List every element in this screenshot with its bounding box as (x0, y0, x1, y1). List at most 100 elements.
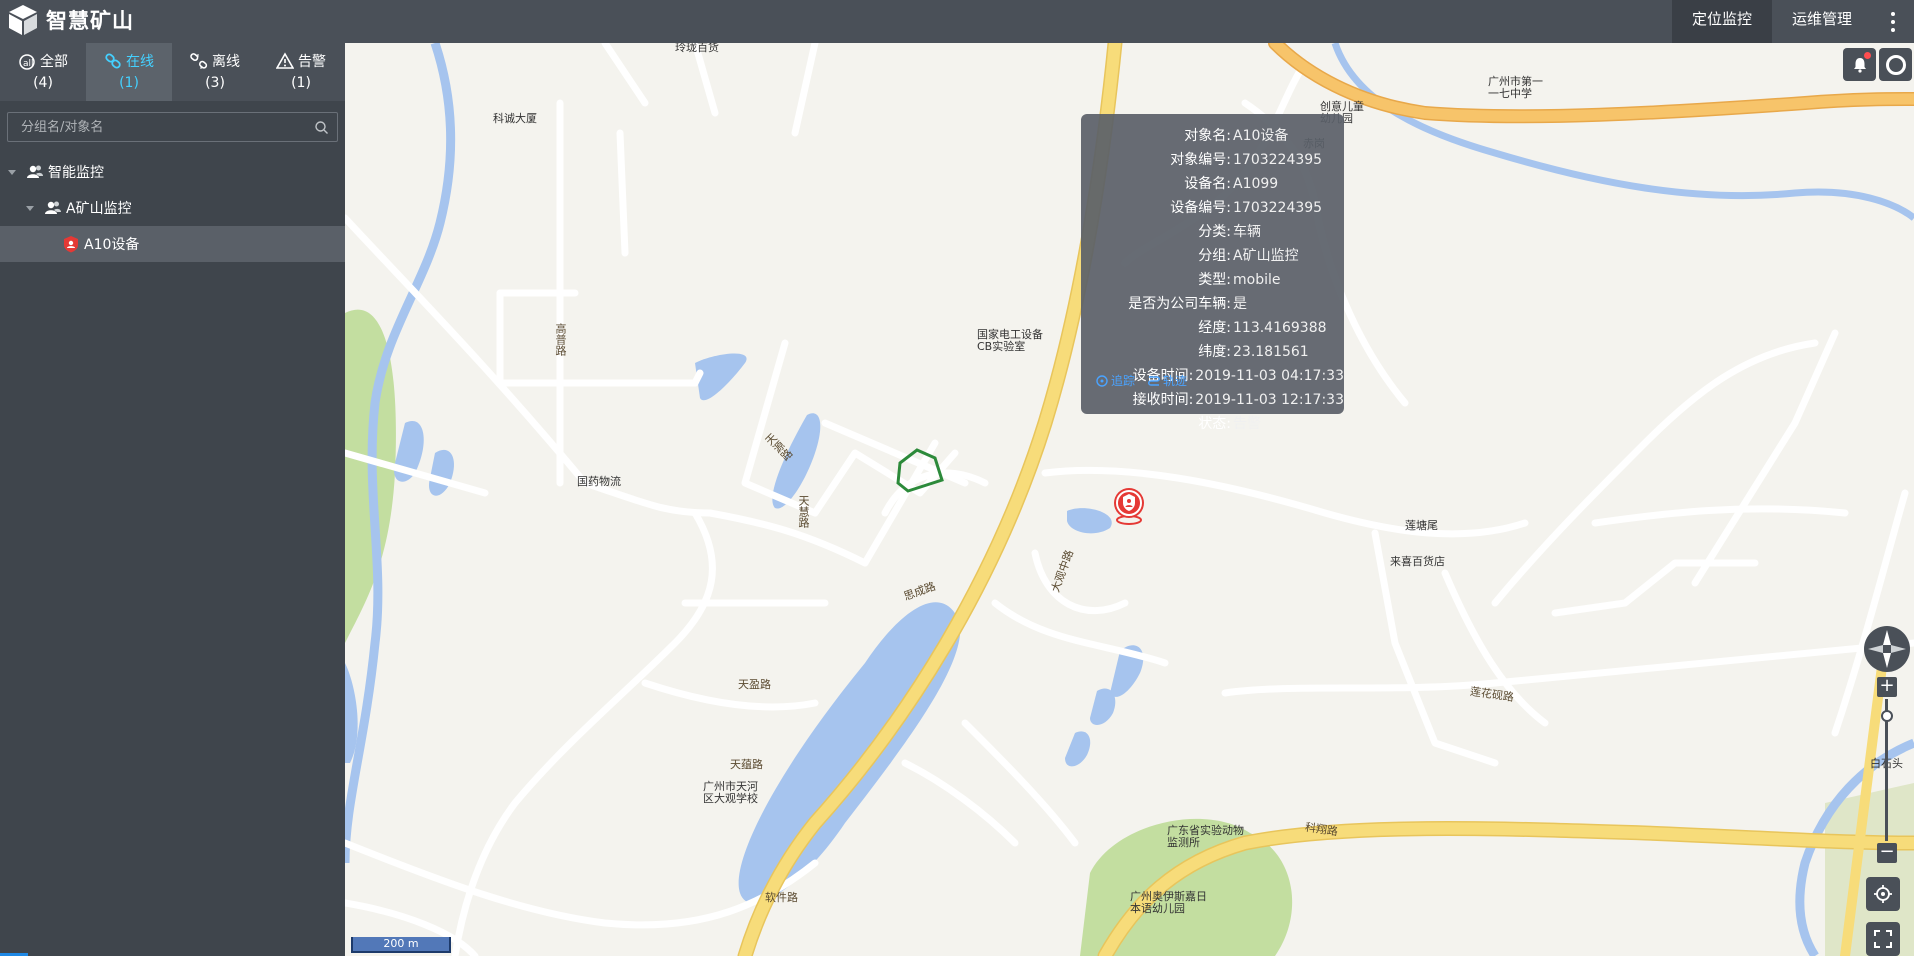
tree-group-label: A矿山监控 (66, 201, 132, 217)
history-button[interactable]: 轨迹 (1147, 372, 1187, 389)
compass-icon[interactable] (1863, 625, 1911, 673)
locate-icon[interactable] (1866, 877, 1900, 911)
warning-icon (276, 52, 294, 69)
map-poi-label: 莲塘尾 (1405, 519, 1438, 532)
popup-field-label: 设备编号: (1170, 200, 1231, 216)
tab-all-count: (4) (33, 75, 53, 91)
nav-location-monitor[interactable]: 定位监控 (1671, 0, 1772, 43)
map-poi-label: 广东省实验动物监测所 (1167, 824, 1244, 849)
tree-node-group[interactable]: A矿山监控 (0, 190, 345, 226)
popup-field-label: 对象编号: (1170, 152, 1231, 168)
popup-field-value: 1703224395 (1233, 200, 1323, 216)
search-icon[interactable] (314, 120, 329, 135)
fullscreen-icon[interactable] (1866, 922, 1900, 956)
popup-field-label: 分组: (1198, 248, 1231, 264)
all-icon: all (19, 54, 35, 70)
popup-field-label: 类型: (1198, 272, 1231, 288)
notification-bell-icon[interactable] (1843, 48, 1876, 81)
sidebar: all 全部 (4) 在线 (1) 离线 (3) 告警 (1) 分组名/对象名 … (0, 43, 354, 956)
history-button-label: 轨迹 (1163, 374, 1188, 388)
map-view[interactable]: 玲珑百货 科诚大厦 高普路 国家电工设备CB实验室 国药物流 天源路 天慧路 思… (345, 43, 1914, 956)
map-poi-label: 国药物流 (577, 475, 621, 488)
map-poi-label: 玲珑百货 (675, 43, 719, 54)
popup-info-row: 设备编号: 1703224395 (1081, 196, 1344, 220)
map-road-label: 天慧路 (797, 495, 810, 528)
record-circle-icon[interactable] (1879, 48, 1912, 81)
popup-info-row: 类型: mobile (1081, 268, 1344, 292)
popup-field-value: 2019-11-03 04:17:33 (1195, 368, 1344, 384)
group-users-icon (45, 201, 61, 214)
popup-field-label: 分类: (1198, 224, 1231, 240)
tab-all-label: 全部 (40, 54, 68, 70)
map-road-label: 软件路 (765, 891, 798, 904)
tab-alarm[interactable]: 告警 (1) (258, 43, 344, 101)
map-poi-label: 广州奥伊斯嘉日本语幼儿园 (1130, 890, 1207, 915)
app-logo[interactable]: 智慧矿山 (8, 4, 134, 36)
popup-info-row: 分类: 车辆 (1081, 220, 1344, 244)
expand-caret-icon[interactable] (26, 205, 34, 211)
popup-field-value: 1703224395 (1233, 152, 1323, 168)
search-box (7, 112, 338, 142)
map-road-label: 高普路 (554, 323, 567, 356)
popup-field-value: 113.4169388 (1233, 320, 1327, 336)
top-bar: 智慧矿山 定位监控 运维管理 (0, 0, 1914, 43)
map-road-label: 天蕴路 (730, 758, 763, 771)
top-nav: 定位监控 运维管理 (1671, 0, 1872, 43)
alarm-location-marker-icon[interactable] (1110, 485, 1148, 525)
search-input[interactable] (8, 113, 337, 141)
map-poi-label: 科诚大厦 (493, 112, 537, 125)
popup-field-label: 经度: (1198, 320, 1231, 336)
target-icon (1096, 374, 1108, 387)
popup-field-value: 告警 (1233, 416, 1261, 432)
tree-node-root[interactable]: 智能监控 (0, 154, 345, 190)
tab-all[interactable]: all 全部 (4) (0, 43, 86, 101)
unlink-icon (190, 53, 208, 69)
more-menu-icon[interactable] (1872, 0, 1914, 43)
map-scale-bar: 200 m (351, 937, 451, 953)
route-icon (1148, 375, 1160, 386)
popup-field-label: 状态: (1198, 416, 1231, 432)
popup-info-row: 纬度: 23.181561 (1081, 340, 1344, 364)
popup-field-value: 23.181561 (1233, 344, 1309, 360)
tree-node-device[interactable]: A10设备 (0, 226, 345, 262)
nav-ops-management[interactable]: 运维管理 (1772, 0, 1872, 43)
popup-field-value: A1099 (1233, 176, 1279, 192)
expand-caret-icon[interactable] (8, 169, 16, 175)
app-title: 智慧矿山 (46, 9, 134, 33)
map-poi-label: 来喜百货店 (1390, 555, 1445, 568)
popup-field-label: 纬度: (1198, 344, 1231, 360)
tab-offline-count: (3) (205, 75, 225, 91)
popup-info-row: 状态: 告警 (1081, 412, 1344, 436)
popup-info-row: 对象编号: 1703224395 (1081, 148, 1344, 172)
group-users-icon (27, 165, 43, 178)
popup-field-value: 是 (1233, 296, 1247, 312)
cube-logo-icon (9, 5, 37, 35)
popup-info-row: 接收时间: 2019-11-03 12:17:33 (1081, 388, 1344, 412)
popup-info-row: 分组: A矿山监控 (1081, 244, 1344, 268)
tab-offline-label: 离线 (212, 54, 240, 70)
device-info-popup: 对象名: A10设备 对象编号: 1703224395 设备名: A1099 设备编号: 17… (1081, 114, 1344, 432)
zoom-slider-handle[interactable] (1881, 710, 1893, 722)
track-button-label: 追踪 (1111, 374, 1136, 388)
zoom-out-button[interactable]: − (1877, 843, 1897, 863)
popup-field-value: A矿山监控 (1233, 248, 1299, 264)
tab-alarm-count: (1) (291, 75, 311, 91)
popup-field-value: mobile (1233, 272, 1281, 288)
tab-online-label: 在线 (126, 54, 154, 70)
status-tabs: all 全部 (4) 在线 (1) 离线 (3) 告警 (1) (0, 43, 345, 101)
tab-online-count: (1) (119, 75, 139, 91)
link-icon (105, 53, 121, 69)
tree-root-label: 智能监控 (48, 165, 104, 181)
zoom-in-button[interactable]: + (1877, 677, 1897, 697)
popup-field-label: 是否为公司车辆: (1128, 296, 1231, 312)
map-poi-label: 广州市天河区大观学校 (703, 780, 758, 805)
tab-online[interactable]: 在线 (1) (86, 43, 172, 101)
map-poi-label: 国家电工设备CB实验室 (977, 328, 1043, 353)
popup-info-row: 对象名: A10设备 (1081, 124, 1344, 148)
popup-info-row: 设备名: A1099 (1081, 172, 1344, 196)
tab-offline[interactable]: 离线 (3) (172, 43, 258, 101)
tree-device-label: A10设备 (84, 237, 140, 253)
alarm-device-icon (64, 236, 78, 253)
popup-field-value: A10设备 (1233, 128, 1289, 144)
track-button[interactable]: 追踪 (1095, 372, 1135, 389)
